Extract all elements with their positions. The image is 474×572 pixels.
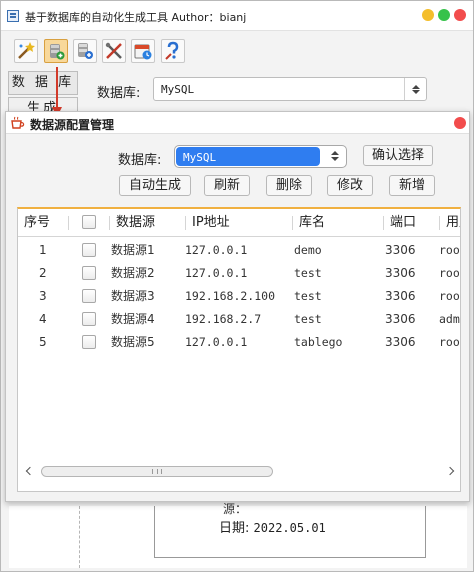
cell-no: 5: [39, 335, 47, 349]
cell-no: 4: [39, 312, 47, 326]
column-header-dbname[interactable]: 库名: [293, 209, 383, 237]
database-add-icon[interactable]: [73, 39, 97, 63]
cell-no: 1: [39, 243, 47, 257]
dialog-db-select[interactable]: MySQL: [174, 145, 347, 168]
row-checkbox[interactable]: [82, 335, 96, 349]
main-db-select-value: MySQL: [161, 83, 195, 96]
cell-name: 数据源3: [111, 289, 155, 303]
cell-no: 2: [39, 266, 47, 280]
horizontal-scrollbar[interactable]: [25, 464, 455, 480]
cell-dbname: tablego: [294, 335, 343, 349]
table-row[interactable]: 3 数据源3 192.168.2.100 test 3306 root: [18, 285, 460, 308]
cell-port: 3306: [385, 335, 416, 349]
cell-ip: 192.168.2.7: [185, 312, 262, 326]
cell-dbname: test: [294, 289, 322, 303]
cell-port: 3306: [385, 289, 416, 303]
dialog-db-select-highlight: MySQL: [176, 147, 320, 166]
dialog-db-select-value: MySQL: [183, 151, 217, 164]
main-titlebar: 基于数据库的自动化生成工具 Author：bianj: [1, 1, 473, 31]
date-value: 2022.05.01: [253, 521, 326, 535]
updown-arrow-icon: [404, 78, 426, 100]
coffee-cup-icon: [11, 116, 25, 129]
close-button[interactable]: [454, 9, 466, 21]
cell-user: root: [439, 243, 460, 257]
cell-ip: 127.0.0.1: [185, 243, 248, 257]
cell-dbname: test: [294, 312, 322, 326]
cell-user: admin: [439, 312, 460, 326]
main-window-title: 基于数据库的自动化生成工具 Author：bianj: [25, 11, 247, 24]
dialog-title: 数据源配置管理: [30, 118, 115, 132]
magic-wand-icon[interactable]: [14, 39, 38, 63]
cell-dbname: test: [294, 266, 322, 280]
dialog-titlebar: 数据源配置管理: [6, 112, 469, 134]
tab-database[interactable]: 数 据 库: [8, 71, 78, 95]
add-button[interactable]: 新增: [389, 175, 435, 196]
cell-port: 3306: [385, 243, 416, 257]
database-icon[interactable]: [44, 39, 68, 63]
cell-port: 3306: [385, 312, 416, 326]
datasource-table: 序号 数据源 IP地址 库名 端口 用户名 1 数据源1 127.0.0.1 d…: [17, 207, 461, 492]
cell-port: 3306: [385, 266, 416, 280]
column-separator: [68, 216, 69, 230]
column-header-ip[interactable]: IP地址: [186, 209, 292, 237]
cell-user: root: [439, 266, 460, 280]
auto-generate-button[interactable]: 自动生成: [119, 175, 191, 196]
column-header-no[interactable]: 序号: [18, 209, 68, 237]
partial-label: 源：: [223, 502, 248, 516]
scrollbar-thumb[interactable]: [41, 466, 273, 477]
table-row[interactable]: 1 数据源1 127.0.0.1 demo 3306 root: [18, 239, 460, 262]
divider: [79, 506, 80, 568]
row-checkbox[interactable]: [82, 266, 96, 280]
main-db-label: 数据库:: [97, 86, 141, 101]
scroll-left-icon[interactable]: [25, 466, 35, 476]
cell-ip: 127.0.0.1: [185, 335, 248, 349]
column-header-user[interactable]: 用户名: [440, 209, 460, 237]
cell-name: 数据源4: [111, 312, 155, 326]
date-label: 日期:: [219, 521, 250, 536]
table-header: 序号 数据源 IP地址 库名 端口 用户名: [18, 209, 460, 237]
row-checkbox[interactable]: [82, 312, 96, 326]
cell-name: 数据源1: [111, 243, 155, 257]
dialog-close-button[interactable]: [454, 117, 466, 129]
cell-dbname: demo: [294, 243, 322, 257]
column-header-port[interactable]: 端口: [384, 209, 439, 237]
select-all-checkbox[interactable]: [82, 215, 96, 229]
table-row[interactable]: 2 数据源2 127.0.0.1 test 3306 root: [18, 262, 460, 285]
app-icon: [7, 10, 19, 22]
delete-button[interactable]: 删除: [266, 175, 312, 196]
table-row[interactable]: 5 数据源5 127.0.0.1 tablego 3306 root: [18, 331, 460, 354]
cell-name: 数据源5: [111, 335, 155, 349]
help-icon[interactable]: [161, 39, 185, 63]
grip-icon: [152, 469, 162, 474]
table-row[interactable]: 4 数据源4 192.168.2.7 test 3306 admin: [18, 308, 460, 331]
cell-user: root: [439, 289, 460, 303]
refresh-button[interactable]: 刷新: [204, 175, 250, 196]
updown-arrow-icon: [326, 146, 346, 167]
tools-icon[interactable]: [102, 39, 126, 63]
dialog-db-label: 数据库:: [118, 153, 162, 168]
minimize-button[interactable]: [422, 9, 434, 21]
maximize-button[interactable]: [438, 9, 450, 21]
cell-user: root: [439, 335, 460, 349]
date-line: 日期: 2022.05.01: [219, 517, 326, 536]
row-checkbox[interactable]: [82, 243, 96, 257]
edit-button[interactable]: 修改: [327, 175, 373, 196]
column-header-name[interactable]: 数据源: [110, 209, 185, 237]
calendar-icon[interactable]: [131, 39, 155, 63]
scroll-right-icon[interactable]: [445, 466, 455, 476]
cell-name: 数据源2: [111, 266, 155, 280]
datasource-dialog: 数据源配置管理 数据库: MySQL 确认选择 自动生成 刷新 删除 修改 新增…: [5, 111, 470, 502]
cell-ip: 127.0.0.1: [185, 266, 248, 280]
cell-ip: 192.168.2.100: [185, 289, 276, 303]
row-checkbox[interactable]: [82, 289, 96, 303]
cell-no: 3: [39, 289, 47, 303]
confirm-select-button[interactable]: 确认选择: [363, 145, 433, 166]
main-db-select[interactable]: MySQL: [153, 77, 427, 101]
